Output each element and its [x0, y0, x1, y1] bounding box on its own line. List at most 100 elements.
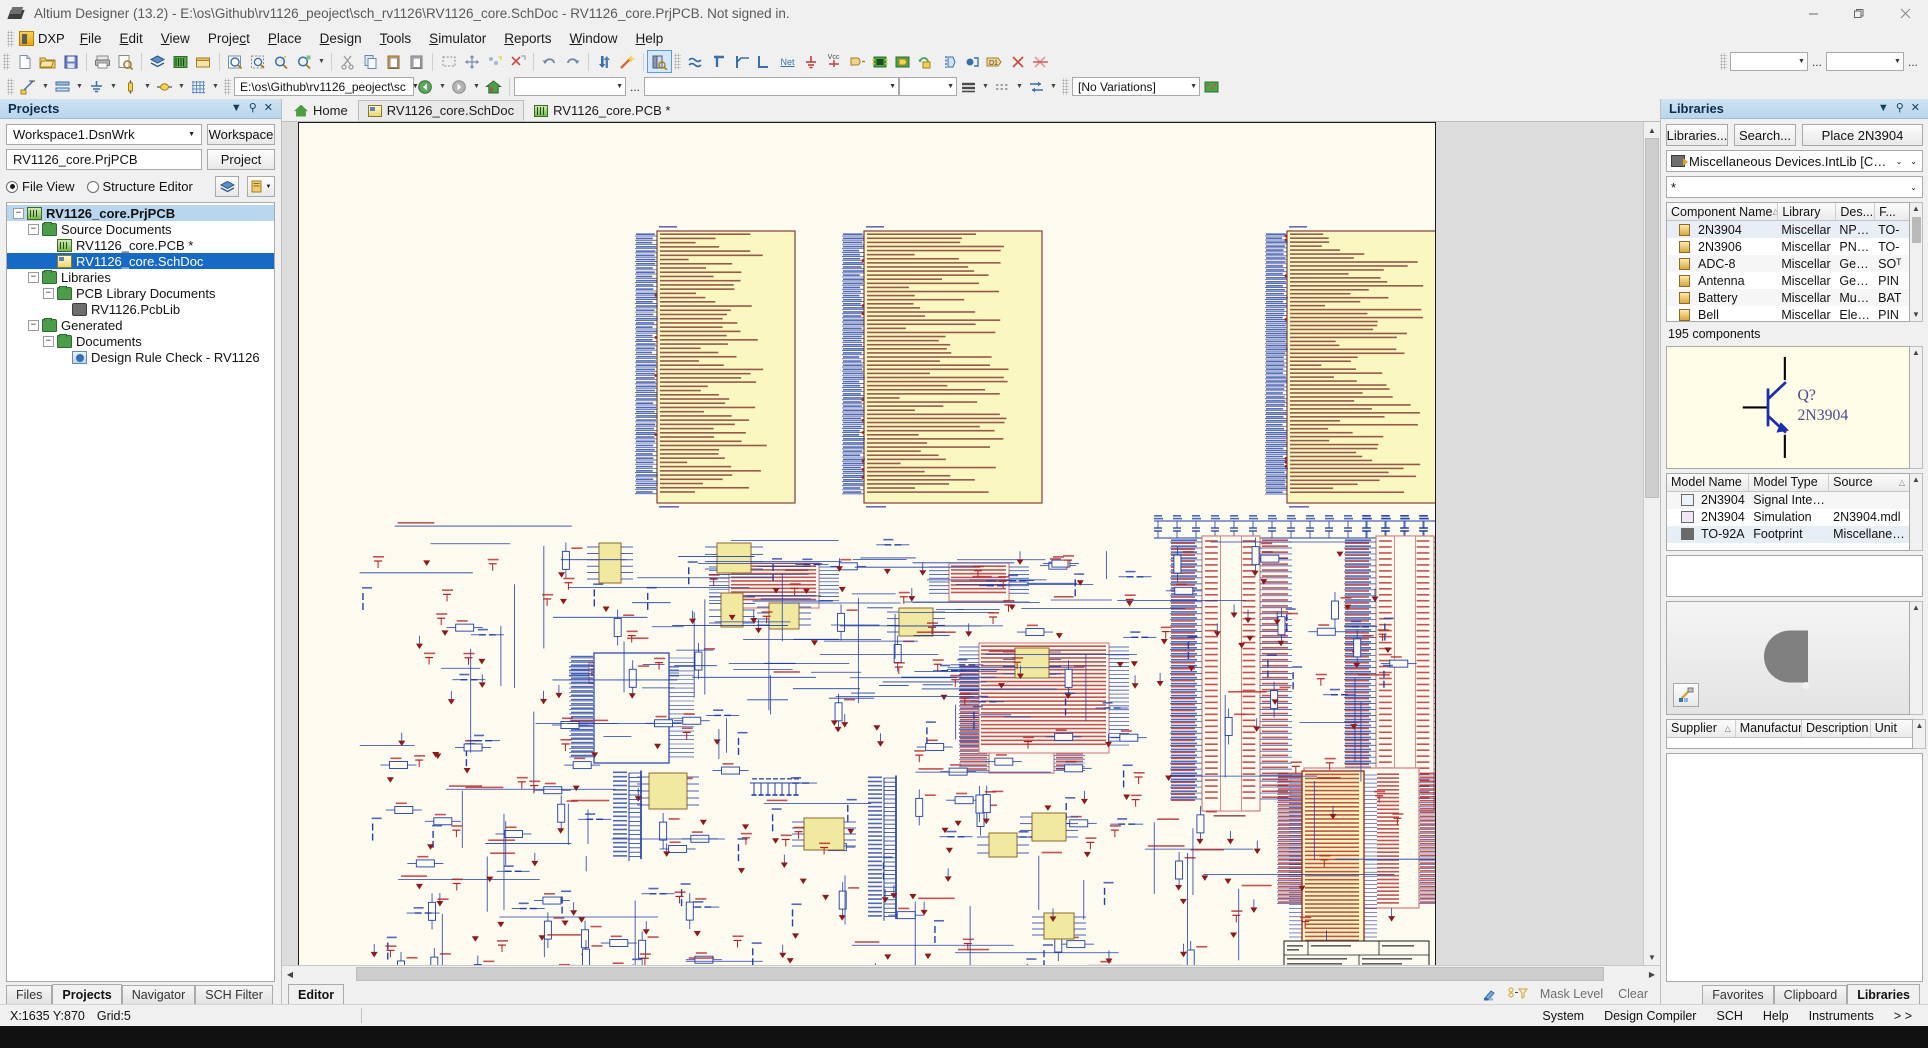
column-header-f-[interactable]: F...: [1875, 203, 1909, 220]
place-sheet-entry-icon[interactable]: [891, 51, 914, 72]
scroll-up-icon[interactable]: ▲: [1912, 474, 1920, 486]
pin-icon[interactable]: ⚲: [249, 103, 257, 114]
chevron-down-icon[interactable]: ▼: [1878, 103, 1889, 114]
column-header-manufacturer[interactable]: Manufacturer: [1736, 720, 1802, 737]
toolbar-grip-2[interactable]: [674, 53, 681, 70]
toolbar2-combo-2[interactable]: ▼: [644, 77, 899, 96]
grid-icon[interactable]: [187, 76, 210, 97]
place-port-icon[interactable]: [937, 51, 960, 72]
component-row[interactable]: BatteryMiscellarMulticᵉBAT: [1667, 289, 1909, 306]
navigate-forward-icon[interactable]: [448, 76, 471, 97]
pad-style-icon[interactable]: [153, 76, 176, 97]
panel-tab-sch-filter[interactable]: SCH Filter: [195, 985, 273, 1004]
place-gnd-icon[interactable]: [799, 51, 822, 72]
maximize-button[interactable]: [1836, 0, 1882, 27]
vscroll-thumb[interactable]: [1645, 138, 1659, 498]
project-tree[interactable]: −RV1126_core.PrjPCB−Source DocumentsRV11…: [6, 202, 275, 982]
swap-caret[interactable]: ▼: [1048, 76, 1059, 97]
highlight-icon[interactable]: [1480, 985, 1502, 1004]
clear-filter-icon[interactable]: [483, 51, 506, 72]
components-grid[interactable]: Component Name△LibraryDes...F... 2N3904M…: [1666, 202, 1910, 322]
components-grid-scrollbar[interactable]: ▲ ▼: [1910, 202, 1923, 322]
menu-item-help[interactable]: Help: [627, 29, 673, 48]
scroll-up-icon[interactable]: ▲: [1912, 203, 1920, 215]
compile-project-icon[interactable]: [215, 176, 239, 197]
update-from-pcb-icon[interactable]: [593, 51, 616, 72]
navigate-back-caret[interactable]: ▼: [437, 76, 448, 97]
workspace-select[interactable]: Workspace1.DsnWrk▼: [6, 124, 202, 145]
gnd-style-caret[interactable]: ▼: [108, 76, 119, 97]
status-button-system[interactable]: System: [1532, 1007, 1594, 1025]
supply-style-caret[interactable]: ▼: [142, 76, 153, 97]
grid-caret[interactable]: ▼: [210, 76, 221, 97]
tree-node-2[interactable]: RV1126_core.PCB *: [7, 237, 274, 253]
undo-icon[interactable]: [538, 51, 561, 72]
zoom-area-icon[interactable]: [247, 51, 270, 72]
column-header-description[interactable]: Description: [1802, 720, 1871, 737]
column-header-des-[interactable]: Des...: [1836, 203, 1875, 220]
components-grid-body[interactable]: 2N3904MiscellarNPN G‹TO-2N3906MiscellarP…: [1667, 221, 1909, 321]
delete-no-erc-icon[interactable]: [1029, 51, 1052, 72]
line-width-icon[interactable]: [957, 76, 980, 97]
copy-icon[interactable]: [359, 51, 382, 72]
home-icon[interactable]: [482, 76, 505, 97]
status-button-sch[interactable]: SCH: [1706, 1007, 1752, 1025]
scroll-up-icon[interactable]: ▲: [1915, 720, 1923, 732]
document-tab-rv1126-core-pcb-[interactable]: RV1126_core.PCB *: [524, 100, 680, 121]
place-offsheet-icon[interactable]: [960, 51, 983, 72]
place-sheet-symbol-icon[interactable]: [868, 51, 891, 72]
column-header-component-name[interactable]: Component Name△: [1667, 203, 1778, 220]
canvas-vertical-scrollbar[interactable]: ▲ ▼: [1643, 122, 1660, 965]
tree-expander-icon[interactable]: −: [43, 288, 54, 299]
measure-tool-icon[interactable]: [1673, 683, 1699, 707]
tree-node-8[interactable]: −Documents: [7, 333, 274, 349]
document-tab-rv1126-core-schdoc[interactable]: RV1126_core.SchDoc: [358, 100, 524, 121]
component-row[interactable]: ADC-8MiscellarGeneriSOᵀ: [1667, 255, 1909, 272]
tree-expander-icon[interactable]: −: [43, 336, 54, 347]
filter-icon[interactable]: [1505, 985, 1531, 1004]
column-header-unit[interactable]: Unit: [1871, 720, 1913, 737]
zoom-dropdown-caret[interactable]: ▼: [316, 51, 327, 72]
clear-selection-icon[interactable]: [506, 51, 529, 72]
toolbar-combo-1-browse[interactable]: ...: [1808, 55, 1826, 69]
panel-tab-libraries[interactable]: Libraries: [1847, 984, 1920, 1004]
libraries-button[interactable]: Libraries...: [1666, 124, 1728, 146]
place-netlabel-icon[interactable]: Net: [776, 51, 799, 72]
hscroll-thumb[interactable]: [356, 967, 1604, 981]
model-row[interactable]: TO-92AFootprintMiscellaneous Đ: [1667, 526, 1909, 543]
tree-node-7[interactable]: −Generated: [7, 317, 274, 333]
canvas-horizontal-scrollbar[interactable]: ◀ ▶: [282, 965, 1660, 982]
minimize-button[interactable]: [1790, 0, 1836, 27]
project-button[interactable]: Project: [207, 149, 275, 170]
print-icon[interactable]: [91, 51, 114, 72]
toolbar-combo-2-browse[interactable]: ...: [1904, 55, 1922, 69]
tree-expander-icon[interactable]: −: [28, 320, 39, 331]
zoom-out-icon[interactable]: [293, 51, 316, 72]
hscroll-track[interactable]: [298, 966, 1644, 982]
library-expand-icon[interactable]: ⌄: [1908, 157, 1919, 166]
variant-manager-icon[interactable]: [1200, 76, 1223, 97]
zoom-document-icon[interactable]: [224, 51, 247, 72]
tree-node-9[interactable]: Design Rule Check - RV1126: [7, 349, 274, 365]
menu-item-tools[interactable]: Tools: [371, 29, 421, 48]
wand-icon[interactable]: [616, 51, 639, 72]
chevron-down-icon[interactable]: ▼: [231, 103, 242, 114]
supplier-grid-body[interactable]: [1666, 753, 1923, 982]
navigate-back-icon[interactable]: [414, 76, 437, 97]
menu-item-simulator[interactable]: Simulator: [420, 29, 495, 48]
status-overflow-button[interactable]: > >: [1884, 1007, 1922, 1025]
menu-item-project[interactable]: Project: [199, 29, 259, 48]
place-device-sheet-icon[interactable]: [914, 51, 937, 72]
toolbar-grip-6[interactable]: [1062, 78, 1069, 95]
toolbar-grip-3[interactable]: [1720, 53, 1727, 70]
toolbar-combo-1[interactable]: ▼: [1730, 52, 1808, 71]
component-row[interactable]: 2N3904MiscellarNPN G‹TO-: [1667, 221, 1909, 238]
tree-node-4[interactable]: −Libraries: [7, 269, 274, 285]
close-icon[interactable]: ✕: [264, 103, 273, 114]
schematic-canvas[interactable]: [282, 122, 1643, 965]
toolbar2-combo-1[interactable]: ▼: [514, 77, 626, 96]
status-button-help[interactable]: Help: [1753, 1007, 1799, 1025]
place-bus-entry-icon[interactable]: [730, 51, 753, 72]
column-header-supplier[interactable]: Supplier△: [1667, 720, 1736, 737]
toolbar2-combo-1-browse[interactable]: ...: [626, 80, 644, 94]
